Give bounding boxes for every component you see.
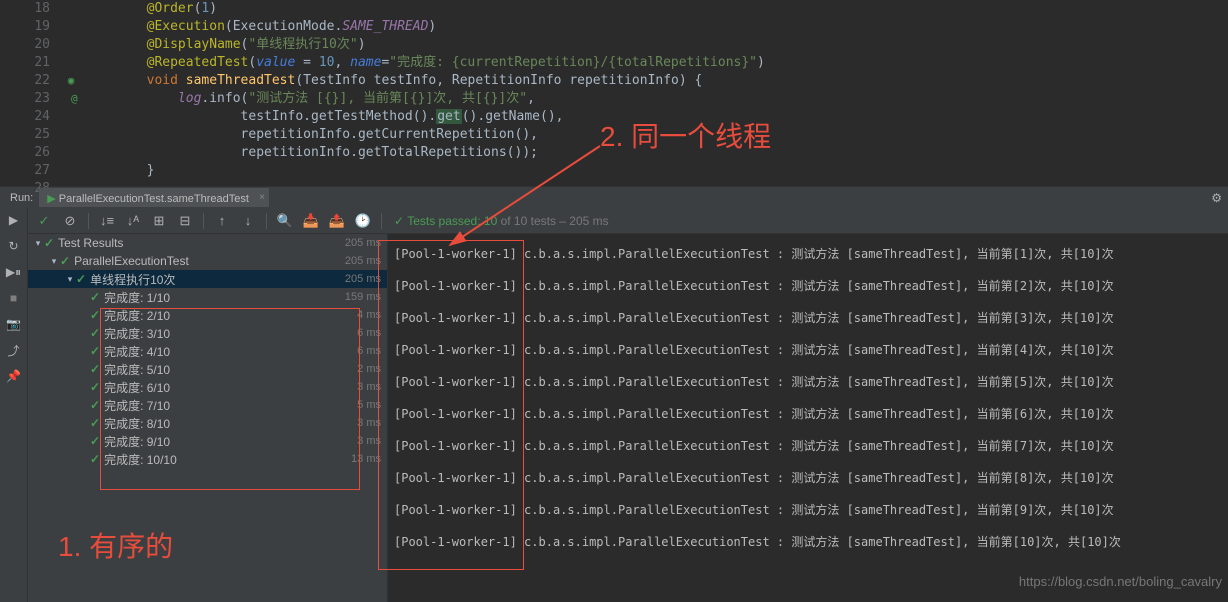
next-button[interactable]: ↓ xyxy=(238,211,258,231)
test-tree[interactable]: ▾✓ Test Results 205 ms ▾✓ ParallelExecut… xyxy=(28,234,388,602)
console-line: [Pool-1-worker-1] c.b.a.s.impl.ParallelE… xyxy=(394,270,1222,302)
tree-repetition[interactable]: ✓完成度: 9/103 ms xyxy=(28,432,387,450)
watermark: https://blog.csdn.net/boling_cavalry xyxy=(1019,566,1222,598)
toggle-auto-button[interactable]: ▶⏸ xyxy=(6,264,22,280)
tree-repetition[interactable]: ✓完成度: 5/102 ms xyxy=(28,360,387,378)
tree-suite[interactable]: ▾✓ ParallelExecutionTest 205 ms xyxy=(28,252,387,270)
console-line: [Pool-1-worker-1] c.b.a.s.impl.ParallelE… xyxy=(394,334,1222,366)
rerun-button[interactable]: ▶ xyxy=(6,212,22,228)
line-numbers: 18 19 20 21 22 23 24 25 26 27 28 xyxy=(0,0,58,186)
camera-icon[interactable]: 📷 xyxy=(6,316,22,332)
run-tab-label: ParallelExecutionTest.sameThreadTest xyxy=(59,193,249,205)
console-line: [Pool-1-worker-1] c.b.a.s.impl.ParallelE… xyxy=(394,366,1222,398)
run-tab-icon: ▶ xyxy=(47,193,55,205)
collapse-all-button[interactable]: ⊟ xyxy=(175,211,195,231)
import-button[interactable]: 📥 xyxy=(301,211,321,231)
tree-repetition[interactable]: ✓完成度: 3/106 ms xyxy=(28,324,387,342)
console-line: [Pool-1-worker-1] c.b.a.s.impl.ParallelE… xyxy=(394,494,1222,526)
gutter-icons: ◉ @ xyxy=(58,0,84,186)
console-line: [Pool-1-worker-1] c.b.a.s.impl.ParallelE… xyxy=(394,430,1222,462)
sort-alpha-button[interactable]: ↓ᴬ xyxy=(123,211,143,231)
console-line: [Pool-1-worker-1] c.b.a.s.impl.ParallelE… xyxy=(394,462,1222,494)
export-button[interactable]: 📤 xyxy=(327,211,347,231)
restore-layout-button[interactable]: ⤴ xyxy=(6,342,22,358)
run-label: Run: xyxy=(4,192,39,204)
console-line: [Pool-1-worker-1] c.b.a.s.impl.ParallelE… xyxy=(394,398,1222,430)
console-line: [Pool-1-worker-1] c.b.a.s.impl.ParallelE… xyxy=(394,238,1222,270)
stop-button[interactable]: ■ xyxy=(6,290,22,306)
sort-button[interactable]: ↓≡ xyxy=(97,211,117,231)
test-toolbar: ✓ ⊘ ↓≡ ↓ᴬ ⊞ ⊟ ↑ ↓ 🔍 📥 📤 🕑 ✓ Tests passed… xyxy=(28,208,1228,234)
tree-repetition[interactable]: ✓完成度: 2/104 ms xyxy=(28,306,387,324)
close-icon[interactable]: × xyxy=(259,192,265,203)
zoom-button[interactable]: 🔍 xyxy=(275,211,295,231)
tree-test[interactable]: ▾✓ 单线程执行10次 205 ms xyxy=(28,270,387,288)
code-editor[interactable]: 18 19 20 21 22 23 24 25 26 27 28 ◉ @ @Or… xyxy=(0,0,1228,186)
left-rail: ▶ ↻ ▶⏸ ■ 📷 ⤴ 📌 xyxy=(0,208,28,602)
tests-summary: ✓ Tests passed: 10 of 10 tests – 205 ms xyxy=(394,214,609,228)
console-line: [Pool-1-worker-1] c.b.a.s.impl.ParallelE… xyxy=(394,302,1222,334)
tree-repetition[interactable]: ✓完成度: 7/105 ms xyxy=(28,396,387,414)
tree-repetition[interactable]: ✓完成度: 4/106 ms xyxy=(28,342,387,360)
tree-repetition[interactable]: ✓完成度: 8/103 ms xyxy=(28,414,387,432)
show-passed-button[interactable]: ✓ xyxy=(34,211,54,231)
tree-repetition[interactable]: ✓完成度: 10/1013 ms xyxy=(28,450,387,468)
tree-root[interactable]: ▾✓ Test Results 205 ms xyxy=(28,234,387,252)
run-tab[interactable]: ▶ ParallelExecutionTest.sameThreadTest × xyxy=(39,188,269,207)
console-line: [Pool-1-worker-1] c.b.a.s.impl.ParallelE… xyxy=(394,526,1222,558)
tree-repetition[interactable]: ✓完成度: 1/10159 ms xyxy=(28,288,387,306)
show-ignored-button[interactable]: ⊘ xyxy=(60,211,80,231)
code-body[interactable]: @Order(1) @Execution(ExecutionMode.SAME_… xyxy=(84,0,1228,186)
console-output[interactable]: [Pool-1-worker-1] c.b.a.s.impl.ParallelE… xyxy=(388,234,1228,602)
pin-button[interactable]: 📌 xyxy=(6,368,22,384)
history-button[interactable]: 🕑 xyxy=(353,211,373,231)
prev-button[interactable]: ↑ xyxy=(212,211,232,231)
tree-repetition[interactable]: ✓完成度: 6/103 ms xyxy=(28,378,387,396)
run-gutter-icon[interactable]: ◉ @ xyxy=(58,72,84,90)
gear-icon[interactable]: ⚙ xyxy=(1211,191,1222,205)
expand-all-button[interactable]: ⊞ xyxy=(149,211,169,231)
rerun-failed-button[interactable]: ↻ xyxy=(6,238,22,254)
